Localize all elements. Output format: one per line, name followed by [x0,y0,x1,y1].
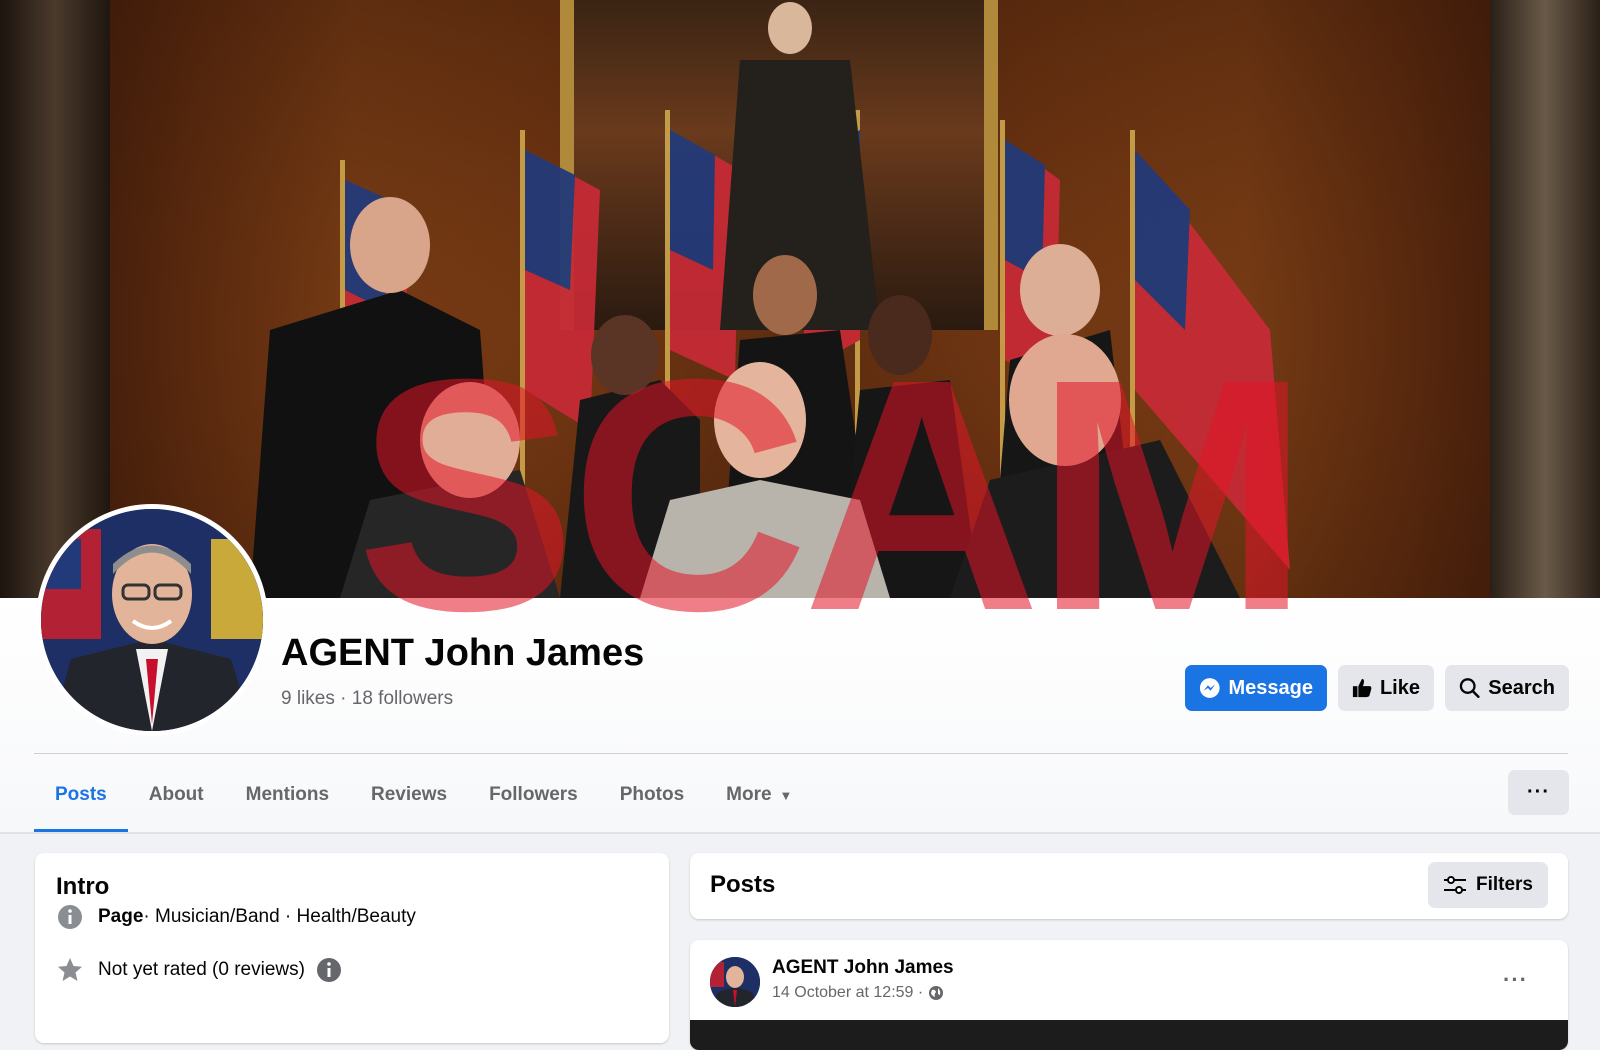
tab-reviews[interactable]: Reviews [350,758,468,832]
header-bottom-border [0,832,1600,834]
tab-followers[interactable]: Followers [468,758,599,832]
intro-title: Intro [56,873,110,900]
posts-title: Posts [710,871,776,898]
filters-button[interactable]: Filters [1427,862,1548,908]
info-icon [56,903,84,931]
messenger-icon [1199,678,1220,698]
thumbs-up-icon [1352,678,1372,698]
tab-more-label: More [726,784,772,805]
like-button[interactable]: Like [1338,665,1434,711]
page-tabs: Posts About Mentions Reviews Followers P… [34,758,813,832]
profile-photo [41,509,263,731]
posts-header-card: Posts Filters [690,853,1568,919]
intro-card: Intro Page · Musician/Band · Health/Beau… [35,853,669,1043]
cover-people-illustration [250,2,1290,598]
search-icon [1459,678,1480,698]
intro-category-row: Page · Musician/Band · Health/Beauty [56,903,416,931]
tab-posts[interactable]: Posts [34,758,128,832]
page-stats: 9 likes · 18 followers [281,688,453,710]
tab-mentions[interactable]: Mentions [225,758,350,832]
star-icon [56,956,84,984]
search-button[interactable]: Search [1445,665,1569,711]
intro-category-text: · Musician/Band · Health/Beauty [143,906,416,927]
message-label: Message [1228,676,1314,699]
caret-down-icon: ▼ [779,787,793,803]
sliders-icon [1443,876,1466,894]
post-card: AGENT John James 14 October at 12:59 · ·… [690,940,1568,1050]
post-author-name[interactable]: AGENT John James [772,957,954,979]
post-meta: 14 October at 12:59 · [772,984,944,1002]
like-label: Like [1379,676,1420,699]
stats-separator: · [340,688,347,709]
tab-photos[interactable]: Photos [599,758,705,832]
header-divider [34,753,1568,754]
rating-info-icon[interactable] [315,956,343,984]
tab-about[interactable]: About [128,758,225,832]
intro-category-bold: Page [98,906,144,927]
likes-count[interactable]: 9 likes [281,688,335,709]
post-options-button[interactable]: ··· [1503,967,1528,993]
tab-more[interactable]: More ▼ [705,758,813,832]
search-label: Search [1488,676,1555,699]
followers-count[interactable]: 18 followers [352,688,453,709]
filters-label: Filters [1475,874,1533,895]
post-timestamp[interactable]: 14 October at 12:59 · [772,984,923,1002]
post-media[interactable] [690,1020,1568,1050]
page-title: AGENT John James [281,632,645,674]
post-author-avatar[interactable] [710,957,760,1007]
message-button[interactable]: Message [1185,665,1327,711]
cover-photo[interactable] [0,0,1600,598]
profile-avatar[interactable] [36,504,268,736]
tab-options-button[interactable]: ··· [1508,770,1569,815]
intro-rating-text: Not yet rated (0 reviews) [98,959,305,980]
intro-rating-row: Not yet rated (0 reviews) [56,956,357,984]
globe-icon [929,986,944,1000]
